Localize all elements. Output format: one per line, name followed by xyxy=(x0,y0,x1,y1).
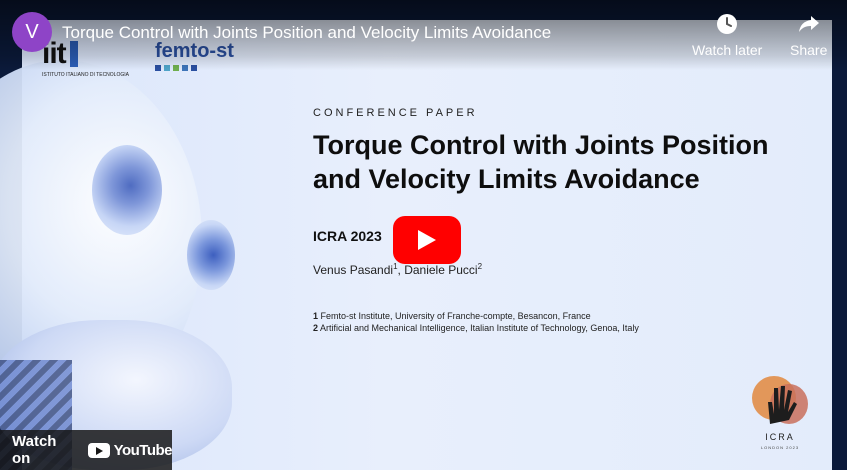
paper-label: CONFERENCE PAPER xyxy=(313,107,478,119)
share-button[interactable]: Share xyxy=(790,12,827,58)
watch-on-youtube-button[interactable]: Watch on YouTube xyxy=(0,430,173,470)
share-arrow-icon xyxy=(798,16,819,32)
affiliations: 1 Femto-st Institute, University of Fran… xyxy=(313,311,639,333)
watch-on-label: Watch on xyxy=(12,433,57,467)
share-label: Share xyxy=(790,42,828,58)
watch-later-button[interactable]: Watch later xyxy=(692,12,762,58)
youtube-logo: YouTube xyxy=(87,442,173,459)
clock-icon xyxy=(717,14,738,34)
channel-avatar[interactable]: V xyxy=(12,12,52,52)
video-player[interactable]: iit ISTITUTO ITALIANO DI TECNOLOGIA femt… xyxy=(0,0,847,470)
watch-later-label: Watch later xyxy=(692,42,763,58)
paper-title: Torque Control with Joints Position and … xyxy=(313,130,769,194)
youtube-play-icon xyxy=(87,442,110,458)
venue: ICRA 2023 xyxy=(313,228,382,244)
play-button[interactable] xyxy=(393,216,461,264)
play-icon xyxy=(418,230,436,250)
icra-logo: ICRA LONDON 2023 xyxy=(748,374,812,452)
authors: Venus Pasandi1, Daniele Pucci2 xyxy=(313,262,483,277)
robot-face-image xyxy=(0,20,282,470)
video-title-link[interactable]: Torque Control with Joints Position and … xyxy=(62,23,551,43)
